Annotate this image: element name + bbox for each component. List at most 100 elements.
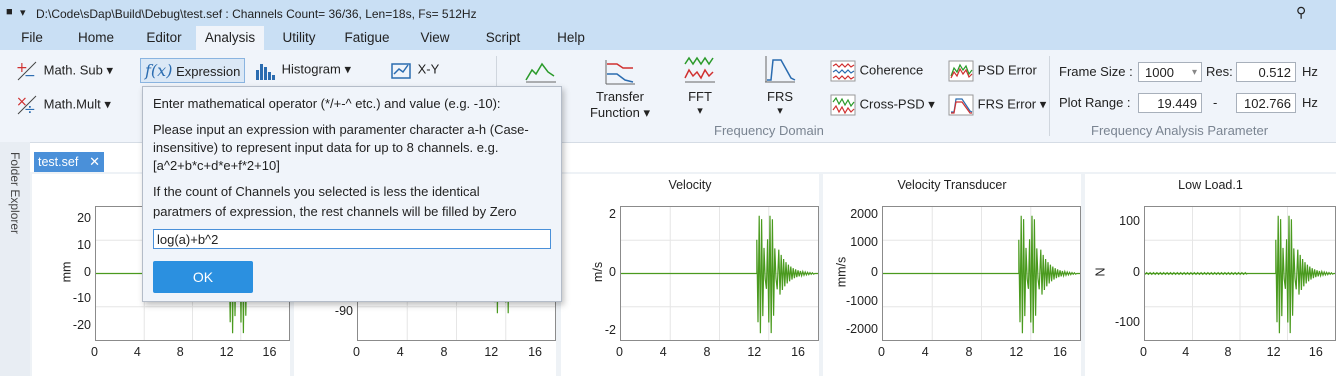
y-axis-unit: N — [1093, 266, 1108, 277]
menu-home[interactable]: Home — [66, 26, 126, 50]
frs-error-button[interactable]: FRS Error ▾ — [948, 94, 1046, 116]
frs-error-label: FRS Error — [977, 96, 1037, 112]
dialog-note-line2: paratmers of expression, the rest channe… — [153, 204, 517, 219]
expression-dialog: Enter mathematical operator (*/+-^ etc.)… — [142, 86, 562, 302]
y-tick-label: 0 — [1133, 264, 1140, 279]
frs-label: FRS — [767, 89, 793, 104]
plot-canvas[interactable] — [882, 206, 1081, 341]
y-tick-label: -10 — [72, 291, 91, 306]
transfer-line1: Transfer — [596, 89, 644, 104]
transfer-function-button[interactable]: Transfer Function ▾ — [588, 56, 652, 121]
math-sub-label: Math. Sub — [43, 62, 103, 78]
panel-title: Velocity Transducer — [897, 178, 1007, 192]
frs-dropdown-icon: ▾ — [777, 105, 783, 117]
frs-error-icon — [948, 94, 974, 116]
histogram-button[interactable]: Histogram ▾ — [254, 60, 351, 80]
xy-label: X-Y — [417, 61, 440, 77]
x-tick-label: 16 — [1053, 345, 1068, 359]
plot-range-unit: Hz — [1302, 95, 1318, 110]
fft-label: FFT — [688, 89, 712, 104]
menu-editor[interactable]: Editor — [136, 26, 192, 50]
svg-text:÷: ÷ — [24, 102, 36, 116]
x-tick-label: 16 — [528, 345, 543, 359]
app-icon[interactable]: ■ — [6, 6, 13, 18]
plot-canvas[interactable] — [620, 206, 819, 341]
menu-help[interactable]: Help — [546, 26, 596, 50]
menu-utility[interactable]: Utility — [272, 26, 326, 50]
y-tick-label: -1000 — [846, 293, 878, 308]
dialog-description-line2: insensitive) to represent input data for… — [153, 140, 499, 155]
y-tick-label: 2000 — [850, 207, 878, 222]
y-tick-label: 2 — [609, 207, 616, 222]
y-axis-unit: mm — [59, 261, 74, 282]
x-tick-label: 12 — [1266, 345, 1281, 359]
res-label: Res: — [1206, 64, 1233, 79]
xy-button[interactable]: X-Y — [390, 60, 439, 80]
ribbon-separator — [1049, 56, 1050, 136]
plot-canvas[interactable] — [1144, 206, 1336, 341]
transfer-dropdown-icon: ▾ — [643, 105, 651, 120]
menu-file[interactable]: File — [10, 26, 54, 50]
cross-psd-button[interactable]: Cross-PSD ▾ — [830, 94, 935, 116]
y-tick-label: 100 — [1119, 213, 1140, 228]
x-tick-label: 12 — [1009, 345, 1024, 359]
y-tick-label: -2000 — [846, 321, 878, 336]
close-tab-icon[interactable]: ✕ — [89, 152, 100, 172]
spectrum-icon[interactable] — [524, 58, 558, 86]
frame-size-dropdown-icon: ▾ — [1191, 67, 1197, 78]
math-sub-dropdown-icon: ▾ — [106, 62, 114, 78]
math-mult-icon: × ÷ — [16, 94, 37, 118]
menu-fatigue[interactable]: Fatigue — [336, 26, 398, 50]
y-tick-label: -2 — [604, 323, 616, 338]
plot-range-label: Plot Range : — [1059, 95, 1131, 110]
plot-range-to-field[interactable]: 102.766 — [1236, 93, 1296, 113]
frs-button[interactable]: FRS ▾ — [760, 54, 800, 117]
x-tick-label: 16 — [262, 345, 277, 359]
frequency-domain-group-label: Frequency Domain — [714, 123, 824, 138]
plot-range-from-field[interactable]: 19.449 — [1138, 93, 1202, 113]
cross-psd-icon — [830, 94, 856, 116]
psd-error-button[interactable]: PSD Error — [948, 60, 1037, 82]
y-tick-label: 10 — [77, 237, 91, 252]
ok-button[interactable]: OK — [153, 261, 253, 293]
frame-size-value: 1000 — [1145, 65, 1174, 80]
math-sub-button[interactable]: + − Math. Sub ▾ — [14, 60, 114, 84]
coherence-label: Coherence — [859, 62, 924, 78]
frs-icon — [765, 56, 796, 83]
document-tab[interactable]: test.sef ✕ — [34, 152, 104, 172]
fft-icon — [684, 56, 715, 83]
histogram-icon — [256, 64, 275, 80]
signal-trace — [621, 207, 818, 340]
math-mult-label: Math.Mult — [43, 96, 101, 112]
x-tick-label: 12 — [747, 345, 762, 359]
coherence-button[interactable]: Coherence — [830, 60, 923, 82]
y-tick-label: 0 — [84, 264, 91, 279]
histogram-dropdown-icon: ▾ — [344, 61, 352, 77]
function-icon: f(x) — [145, 61, 173, 80]
document-tab-label: test.sef — [38, 155, 79, 169]
x-tick-label: 12 — [484, 345, 499, 359]
y-tick-label: 20 — [77, 211, 91, 226]
title-bar: ■ ▾ D:\Code\sDap\Build\Debug\test.sef : … — [0, 0, 1336, 26]
menu-analysis[interactable]: Analysis — [196, 26, 264, 50]
y-tick-label: 1000 — [850, 235, 878, 250]
y-axis-unit: m/s — [591, 261, 606, 282]
math-mult-button[interactable]: × ÷ Math.Mult ▾ — [14, 94, 111, 118]
pin-icon[interactable]: ⚲ — [1296, 4, 1306, 21]
frame-size-select[interactable]: 1000 ▾ — [1138, 62, 1202, 82]
dialog-example: [a^2+b*c+d*e+f*2+10] — [153, 158, 280, 173]
menu-script[interactable]: Script — [474, 26, 532, 50]
panel-title: Velocity — [668, 178, 712, 192]
menu-view[interactable]: View — [410, 26, 460, 50]
folder-explorer-tab[interactable]: Folder Explorer — [8, 152, 22, 234]
x-tick-label: 4 — [659, 345, 667, 359]
quick-access-dropdown-icon[interactable]: ▾ — [20, 6, 26, 19]
x-tick-label: 0 — [91, 345, 98, 359]
fft-button[interactable]: FFT ▾ — [680, 54, 720, 117]
dialog-instruction: Enter mathematical operator (*/+-^ etc.)… — [153, 96, 501, 111]
res-field[interactable]: 0.512 — [1236, 62, 1296, 82]
expression-input[interactable]: log(a)+b^2 — [153, 229, 551, 249]
expression-label: Expression — [176, 64, 241, 79]
x-tick-label: 16 — [1308, 345, 1323, 359]
expression-button[interactable]: f(x) Expression — [140, 58, 246, 83]
